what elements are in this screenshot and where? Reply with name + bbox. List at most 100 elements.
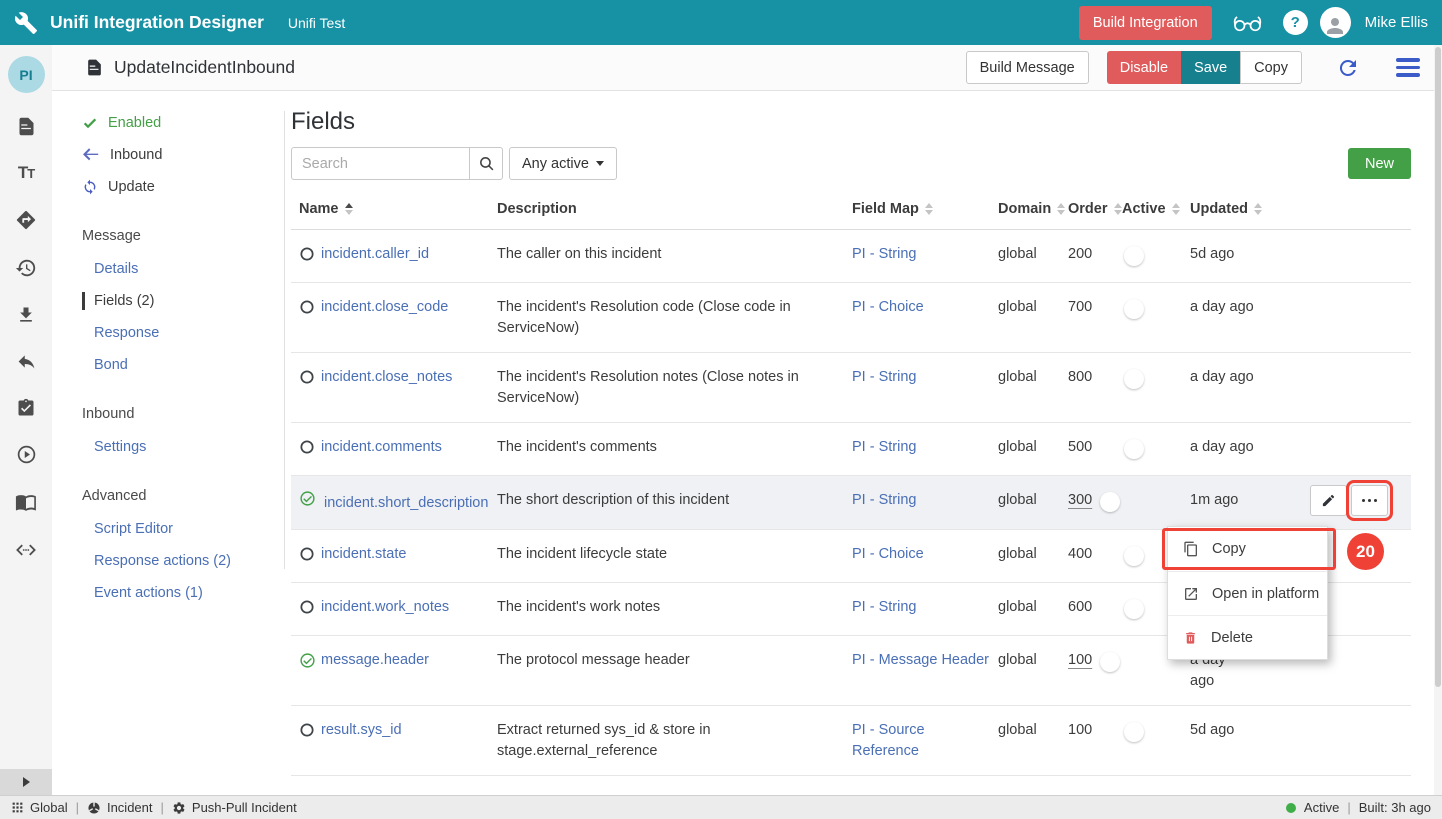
status-bar: Global | Incident | Push-Pull Incident A… [0,795,1442,819]
user-name[interactable]: Mike Ellis [1365,14,1428,31]
field-map-link[interactable]: PI - Choice [852,530,998,582]
sidebar-item-details[interactable]: Details [52,253,285,285]
field-description: The incident's comments [497,423,852,475]
wrench-icon[interactable] [14,11,38,35]
field-status-icon [299,443,315,459]
column-header-domain[interactable]: Domain [998,201,1068,217]
field-description: The incident lifecycle state [497,530,852,582]
integration-avatar[interactable]: PI [8,56,45,93]
field-map-link[interactable]: PI - String [852,476,998,529]
field-name-link[interactable]: result.sys_id [321,706,497,775]
field-status-icon [299,550,315,566]
field-name-link[interactable]: incident.caller_id [321,230,497,282]
field-name-link[interactable]: incident.state [321,530,497,582]
check-icon [82,115,98,131]
fields-heading: Fields [291,108,1442,136]
workspace-name[interactable]: Unifi Test [288,15,345,31]
sidebar-section-advanced: Advanced [52,479,285,513]
search-button[interactable] [469,147,503,180]
context-menu-copy[interactable]: Copy [1168,527,1327,571]
statusbar-status: Active [1304,800,1339,815]
field-name-link[interactable]: incident.close_notes [321,353,497,422]
disable-button[interactable]: Disable [1107,51,1181,84]
field-updated: a day ago [1190,423,1300,475]
preview-glasses-icon[interactable] [1232,12,1263,34]
document-icon[interactable] [16,116,37,137]
tasks-icon[interactable] [16,398,36,418]
build-message-button[interactable]: Build Message [966,51,1089,84]
sidebar-section-message: Message [52,219,285,253]
copy-button[interactable]: Copy [1240,51,1302,84]
field-name-link[interactable]: incident.comments [321,423,497,475]
field-map-link[interactable]: PI - Choice [852,283,998,352]
field-name-link[interactable]: message.header [321,636,497,705]
directions-icon[interactable] [15,209,37,231]
build-integration-button[interactable]: Build Integration [1079,6,1212,40]
scrollbar-thumb[interactable] [1435,47,1441,687]
sidebar-item-response-actions[interactable]: Response actions (2) [52,545,285,577]
sidebar-item-inbound-direction[interactable]: Inbound [52,139,285,171]
field-map-link[interactable]: PI - String [852,353,998,422]
field-domain: global [998,423,1068,475]
row-context-menu: Copy Open in platform Delete [1167,526,1328,660]
grid-icon [11,801,24,814]
statusbar-scope[interactable]: Global [11,800,68,815]
table-row: incident.comments The incident's comment… [291,423,1411,476]
column-header-active[interactable]: Active [1122,201,1190,217]
field-map-link[interactable]: PI - Source Reference [852,706,998,775]
field-map-link[interactable]: PI - String [852,423,998,475]
statusbar-process[interactable]: Incident [87,800,153,815]
record-toolbar: UpdateIncidentInbound Build Message Disa… [52,45,1442,91]
field-order: 600 [1068,583,1122,635]
statusbar-integration[interactable]: Push-Pull Incident [172,800,297,815]
text-fields-icon[interactable]: TT [18,163,34,183]
ellipsis-icon [1362,499,1378,503]
book-icon[interactable] [15,491,37,513]
user-avatar[interactable] [1320,7,1351,38]
code-icon[interactable] [15,539,37,561]
field-order: 800 [1068,353,1122,422]
field-status-icon [299,495,316,511]
active-filter-dropdown[interactable]: Any active [509,147,617,180]
sidebar-item-bond[interactable]: Bond [52,349,285,381]
new-field-button[interactable]: New [1348,148,1411,179]
sidebar-item-fields[interactable]: Fields (2) [52,285,285,317]
column-header-field-map[interactable]: Field Map [852,201,998,217]
column-header-order[interactable]: Order [1068,201,1122,217]
refresh-icon[interactable] [1336,56,1360,80]
expand-arrow-icon [23,777,30,787]
column-header-name[interactable]: Name [291,201,497,217]
search-icon [478,155,495,172]
field-name-link[interactable]: incident.short_description [291,476,497,529]
column-header-updated[interactable]: Updated [1190,201,1300,217]
menu-icon[interactable] [1396,58,1420,77]
field-map-link[interactable]: PI - Message Header [852,636,998,705]
edit-field-button[interactable] [1310,485,1347,516]
sidebar-item-event-actions[interactable]: Event actions (1) [52,577,285,609]
field-domain: global [998,476,1068,529]
play-icon[interactable] [16,444,37,465]
history-icon[interactable] [15,257,37,279]
field-order: 100 [1068,706,1122,775]
sidebar-item-update[interactable]: Update [52,171,285,203]
sidebar-item-settings[interactable]: Settings [52,431,285,463]
context-menu-open-in-platform[interactable]: Open in platform [1168,571,1327,615]
context-menu-delete[interactable]: Delete [1168,615,1327,659]
undo-icon[interactable] [16,351,37,372]
download-icon[interactable] [16,305,36,325]
sidebar-item-script-editor[interactable]: Script Editor [52,513,285,545]
field-map-link[interactable]: PI - String [852,583,998,635]
sidebar-item-response[interactable]: Response [52,317,285,349]
sidebar-item-enabled[interactable]: Enabled [52,107,285,139]
help-icon[interactable]: ? [1283,10,1308,35]
field-order: 700 [1068,283,1122,352]
field-name-link[interactable]: incident.close_code [321,283,497,352]
search-input[interactable] [291,147,469,180]
sidebar-expand-button[interactable] [0,769,52,795]
save-button[interactable]: Save [1181,51,1240,84]
fields-panel: Fields Any active New [285,91,1442,795]
arrow-left-icon [82,148,100,162]
more-actions-button[interactable] [1351,485,1388,516]
field-name-link[interactable]: incident.work_notes [321,583,497,635]
field-map-link[interactable]: PI - String [852,230,998,282]
